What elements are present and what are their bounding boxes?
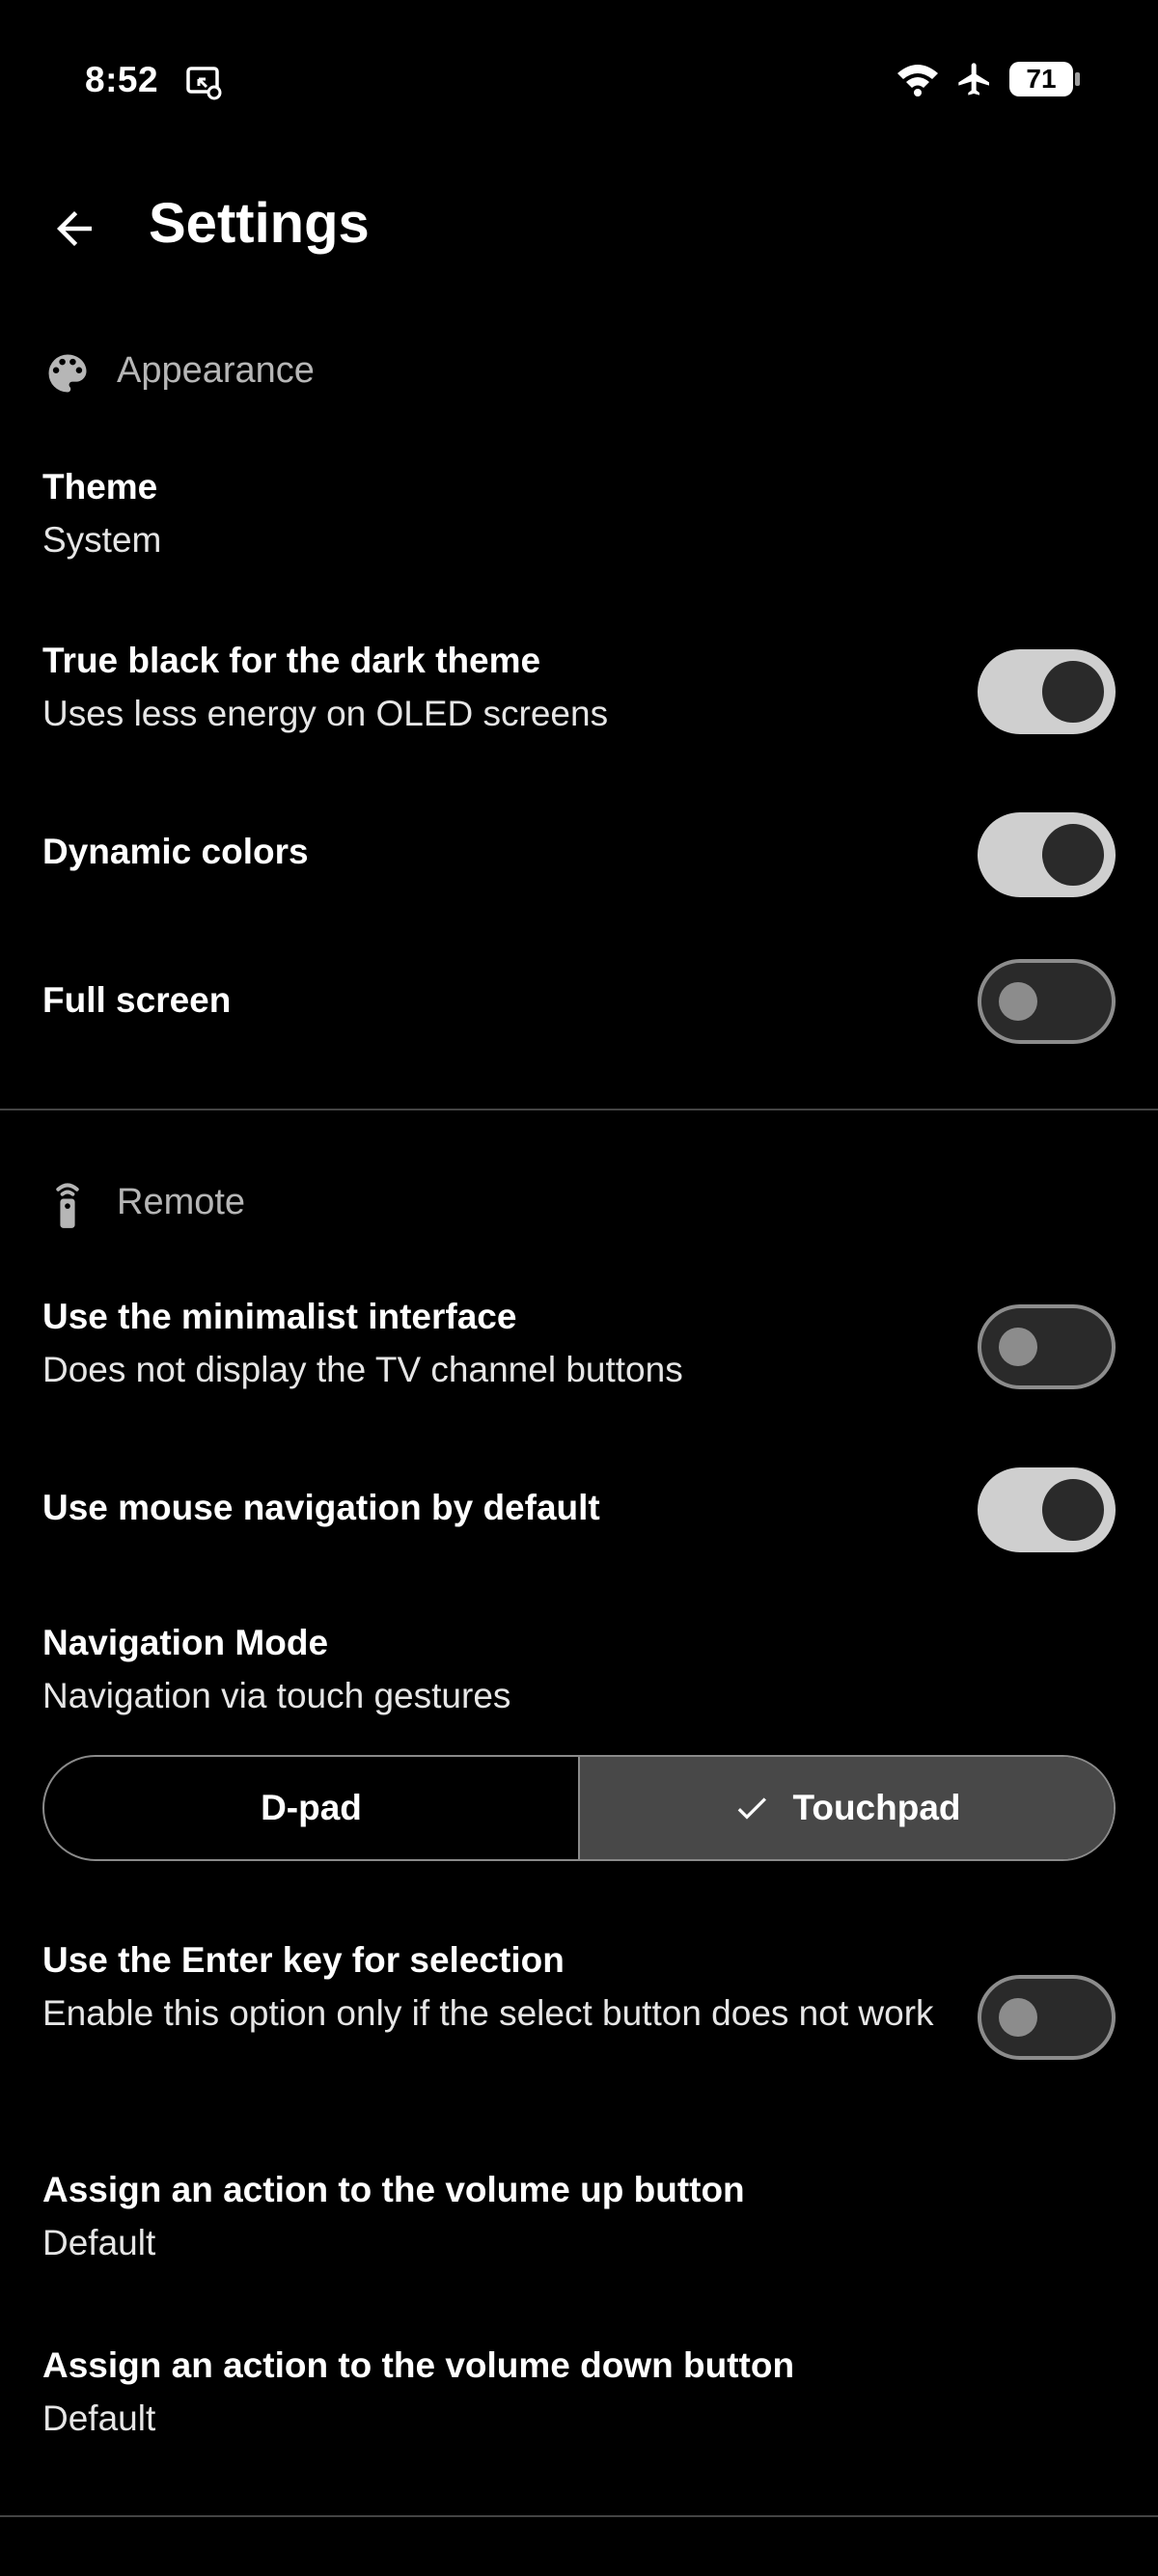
navigation-mode-subtitle: Navigation via touch gestures [42,1676,511,1715]
toggle-knob [1042,1479,1104,1541]
toggle-knob [999,1998,1037,2037]
true-black-toggle[interactable] [978,649,1116,734]
volume-up-title: Assign an action to the volume up button [42,2170,745,2209]
dpad-option-label: D-pad [261,1788,362,1827]
wifi-icon [897,65,938,96]
touchpad-option-label: Touchpad [792,1788,961,1827]
full-screen-title: Full screen [42,980,232,1020]
volume-down-action-setting[interactable]: Assign an action to the volume down butt… [0,2342,1158,2467]
enter-key-title: Use the Enter key for selection [42,1940,565,1980]
volume-down-title: Assign an action to the volume down butt… [42,2345,795,2385]
back-arrow-icon[interactable] [48,203,100,255]
section-divider [0,1109,1158,1110]
minimalist-title: Use the minimalist interface [42,1297,517,1336]
enter-key-toggle[interactable] [978,1975,1116,2060]
check-icon [738,1797,767,1820]
app-bar: Settings [0,164,1158,289]
minimalist-toggle[interactable] [978,1304,1116,1389]
airplane-icon [958,63,989,96]
mouse-navigation-setting[interactable]: Use mouse navigation by default [0,1466,1158,1563]
navigation-mode-setting: Navigation Mode Navigation via touch ges… [0,1611,1158,1737]
navigation-mode-title: Navigation Mode [42,1623,329,1662]
toggle-knob [1042,824,1104,886]
true-black-title: True black for the dark theme [42,641,541,680]
page-title: Settings [149,192,370,255]
minimalist-interface-setting[interactable]: Use the minimalist interface Does not di… [0,1293,1158,1418]
dpad-option[interactable]: D-pad [44,1757,580,1859]
volume-up-value: Default [42,2223,156,2262]
status-bar: 8:52 71 [0,0,1158,164]
true-black-subtitle: Uses less energy on OLED screens [42,694,609,733]
enter-key-setting[interactable]: Use the Enter key for selection Enable t… [0,1934,1158,2108]
section-title-appearance: Appearance [117,350,315,391]
status-time: 8:52 [85,60,159,99]
section-title-remote: Remote [117,1182,246,1222]
status-icons: 71 [896,60,1080,98]
navigation-mode-selector: D-pad Touchpad [42,1755,1116,1861]
toggle-knob [1042,661,1104,723]
theme-value: System [42,520,162,560]
enter-key-subtitle: Enable this option only if the select bu… [42,1993,934,2033]
theme-setting[interactable]: Theme System [0,453,1158,579]
battery-icon: 71 [1009,62,1080,96]
mouse-navigation-toggle[interactable] [978,1467,1116,1552]
dynamic-colors-toggle[interactable] [978,812,1116,897]
screencast-icon [186,67,222,100]
section-divider [0,2515,1158,2517]
full-screen-setting[interactable]: Full screen [0,959,1158,1055]
battery-level: 71 [1026,64,1057,94]
toggle-knob [999,1328,1037,1366]
dynamic-colors-title: Dynamic colors [42,832,309,871]
minimalist-subtitle: Does not display the TV channel buttons [42,1350,683,1389]
section-header-appearance: Appearance [0,331,1158,408]
toggle-knob [999,982,1037,1021]
remote-control-icon [56,1183,79,1228]
theme-title: Theme [42,467,158,507]
palette-icon [48,354,87,393]
dynamic-colors-setting[interactable]: Dynamic colors [0,810,1158,907]
volume-up-action-setting[interactable]: Assign an action to the volume up button… [0,2166,1158,2291]
mouse-navigation-title: Use mouse navigation by default [42,1488,600,1527]
section-header-remote: Remote [0,1163,1158,1240]
touchpad-option[interactable]: Touchpad [580,1757,1114,1859]
true-black-setting[interactable]: True black for the dark theme Uses less … [0,637,1158,762]
full-screen-toggle[interactable] [978,959,1116,1044]
volume-down-value: Default [42,2398,156,2438]
